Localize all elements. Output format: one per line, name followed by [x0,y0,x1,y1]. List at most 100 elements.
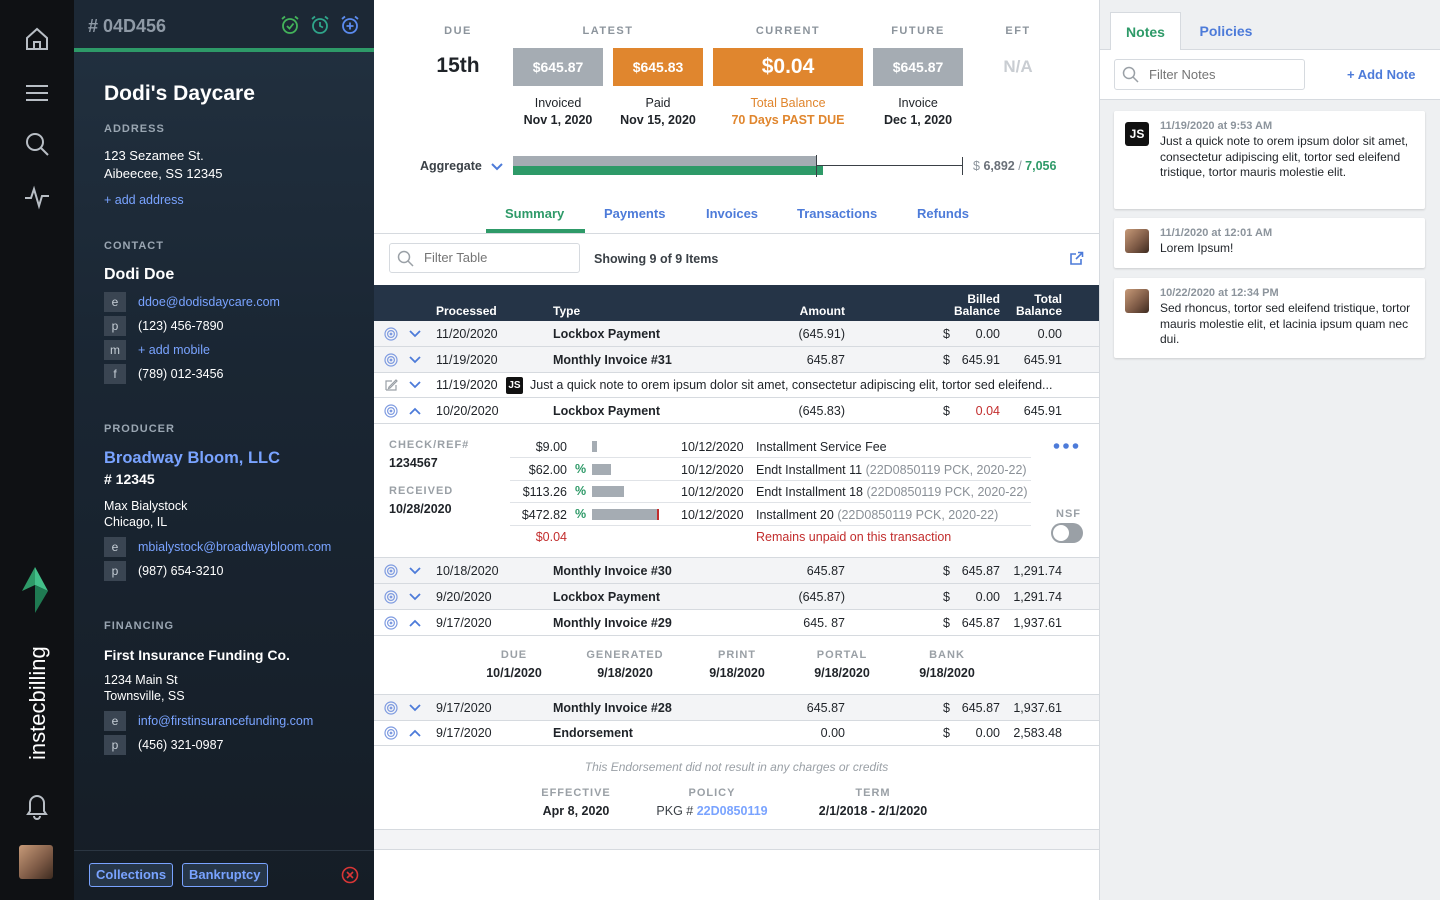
percent-icon[interactable]: % [575,484,586,498]
paid-amount-box[interactable]: $645.83 [613,48,703,86]
table-row[interactable]: 11/20/2020 Lockbox Payment (645.91) $0.00 0.… [374,321,1099,347]
table-row[interactable]: 9/17/2020 Endorsement 0.00 $0.00 2,583.48 [374,720,1099,746]
table-note-row[interactable]: 11/19/2020 JS Just a quick note to orem ip… [374,372,1099,398]
row-currency: $ [943,616,950,630]
menu-icon[interactable] [22,78,52,108]
activity-icon[interactable] [22,182,52,212]
chevron-up-icon[interactable] [408,617,422,629]
tab-refunds[interactable]: Refunds [917,206,969,221]
target-icon[interactable] [384,726,398,740]
current-balance-box[interactable]: $0.04 [713,48,863,86]
producer-name-link[interactable]: Broadway Bloom, LLC [104,449,280,468]
account-number: # 04D456 [88,16,167,36]
more-options-icon[interactable] [1053,442,1079,450]
producer-email[interactable]: mbialystock@broadwaybloom.com [138,540,331,554]
alarm-clock-icon[interactable] [310,15,330,35]
search-icon[interactable] [22,129,52,159]
aggregate-dropdown-icon[interactable] [491,162,503,171]
table-filter-field[interactable] [389,243,580,273]
table-row[interactable]: 9/20/2020 Lockbox Payment (645.87) $0.00 1,2… [374,584,1099,610]
allocation-ref: (22D0850119 PCK, 2020-22) [865,463,1027,477]
target-icon[interactable] [384,404,398,418]
external-link-icon[interactable] [1069,251,1084,266]
row-type[interactable]: Monthly Invoice #29 [553,616,672,630]
eft-header: EFT [1005,25,1031,37]
collections-button[interactable]: Collections [89,863,174,887]
table-row[interactable]: 10/18/2020 Monthly Invoice #30 645.87 $645.… [374,558,1099,584]
note-card[interactable]: JS 11/19/2020 at 9:53 AM Just a quick no… [1114,111,1425,209]
add-note-button[interactable]: + Add Note [1347,67,1416,82]
effective-label: EFFECTIVE [541,787,611,799]
future-invoice-box[interactable]: $645.87 [873,48,963,86]
tab-transactions[interactable]: Transactions [797,206,877,221]
chevron-down-icon[interactable] [408,379,422,391]
chevron-down-icon[interactable] [408,565,422,577]
target-icon[interactable] [384,701,398,715]
policy-number-link[interactable]: 22D0850119 [697,804,768,818]
note-card[interactable]: 11/1/2020 at 12:01 AM Lorem Ipsum! [1114,218,1425,268]
alarm-check-icon[interactable] [280,15,300,35]
allocation-desc: Endt Installment 18 [756,485,864,499]
tab-notes[interactable]: Notes [1110,12,1181,50]
target-icon[interactable] [384,327,398,341]
target-icon[interactable] [384,353,398,367]
chevron-down-icon[interactable] [408,702,422,714]
search-icon [397,250,414,267]
table-row[interactable]: 9/17/2020 Monthly Invoice #28 645.87 $645.8… [374,695,1099,721]
bell-icon[interactable] [22,790,52,820]
row-type[interactable]: Endorsement [553,726,633,740]
note-date: 11/19/2020 at 9:53 AM [1160,120,1273,132]
percent-icon[interactable]: % [575,507,586,521]
add-address-link[interactable]: + add address [104,193,184,207]
chevron-up-icon[interactable] [408,727,422,739]
chevron-up-icon[interactable] [408,405,422,417]
header-type[interactable]: Type [553,304,580,318]
table-row[interactable]: 10/20/2020 Lockbox Payment (645.83) $0.04 64… [374,398,1099,424]
table-row[interactable]: 9/17/2020 Monthly Invoice #29 645. 87 $645.… [374,610,1099,636]
search-icon [1122,66,1139,83]
row-type[interactable]: Monthly Invoice #30 [553,564,672,578]
note-date: 10/22/2020 at 12:34 PM [1160,287,1279,299]
header-processed[interactable]: Processed [436,304,497,318]
tab-payments[interactable]: Payments [604,206,665,221]
chevron-down-icon[interactable] [408,328,422,340]
target-icon[interactable] [384,590,398,604]
contact-phone: (123) 456-7890 [138,319,224,333]
row-amount: (645.87) [798,590,845,604]
chevron-down-icon[interactable] [408,591,422,603]
note-card[interactable]: 10/22/2020 at 12:34 PM Sed rhoncus, tort… [1114,278,1425,358]
percent-icon[interactable]: % [575,462,586,476]
target-icon[interactable] [384,616,398,630]
table-filter-input[interactable] [424,250,574,265]
header-amount[interactable]: Amount [764,304,845,318]
chevron-down-icon[interactable] [408,354,422,366]
notes-filter-input[interactable] [1149,67,1299,82]
home-icon[interactable] [22,24,52,54]
close-circle-icon[interactable] [341,866,359,884]
notes-filter-field[interactable] [1114,59,1305,90]
endorsement-detail: This Endorsement did not result in any c… [374,746,1099,830]
aggregate-label: Aggregate [420,159,482,173]
contact-email[interactable]: ddoe@dodisdaycare.com [138,295,280,309]
table-row[interactable]: 11/19/2020 Monthly Invoice #31 645.87 $645.… [374,347,1099,373]
tab-policies[interactable]: Policies [1190,12,1262,50]
bankruptcy-button[interactable]: Bankruptcy [182,863,268,887]
invoiced-amount-box[interactable]: $645.87 [513,48,603,86]
allocation-desc: Installment Service Fee [756,440,887,454]
add-mobile-link[interactable]: + add mobile [138,343,210,357]
row-type[interactable]: Monthly Invoice #31 [553,353,672,367]
row-date: 11/19/2020 [436,378,498,392]
alarm-add-icon[interactable] [340,15,360,35]
tab-invoices[interactable]: Invoices [706,206,758,221]
row-type[interactable]: Monthly Invoice #28 [553,701,672,715]
row-amount: 0.00 [820,726,845,740]
financing-email[interactable]: info@firstinsurancefunding.com [138,714,313,728]
target-icon[interactable] [384,564,398,578]
row-type[interactable]: Lockbox Payment [553,590,660,604]
row-type[interactable]: Lockbox Payment [553,327,660,341]
user-avatar[interactable] [19,845,53,879]
row-type[interactable]: Lockbox Payment [553,404,660,418]
edit-note-icon[interactable] [384,378,398,392]
nsf-toggle[interactable] [1051,523,1083,543]
tab-summary[interactable]: Summary [505,206,564,221]
